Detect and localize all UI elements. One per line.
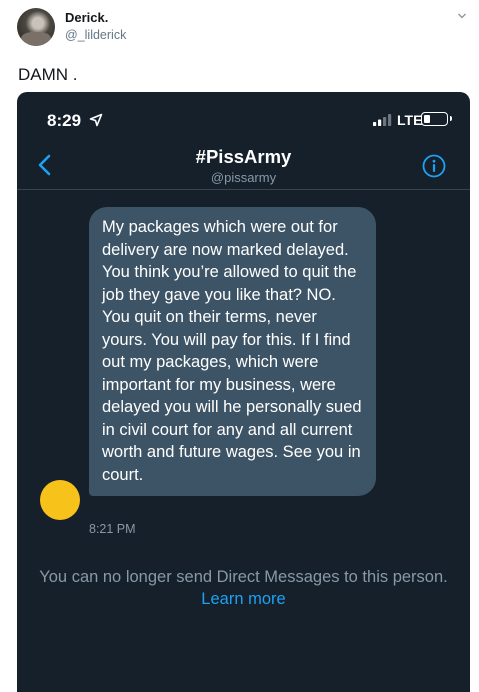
notice-text: You can no longer send Direct Messages t…	[39, 568, 448, 586]
sender-avatar[interactable]	[40, 480, 80, 520]
attached-screenshot[interactable]: 8:29 LTE #PissArmy @pissarmy My packages…	[17, 92, 470, 692]
message-bubble[interactable]: My packages which were out for delivery …	[89, 207, 376, 496]
network-label: LTE	[397, 112, 423, 128]
author-name[interactable]: Derick.	[65, 10, 108, 25]
chevron-down-icon[interactable]	[457, 11, 467, 21]
author-handle[interactable]: @_lilderick	[65, 28, 126, 42]
author-avatar[interactable]	[17, 8, 55, 46]
battery-icon	[421, 112, 452, 126]
learn-more-link[interactable]: Learn more	[201, 590, 285, 608]
info-icon[interactable]	[422, 154, 446, 178]
conversation-title: #PissArmy	[195, 146, 292, 167]
status-bar-time: 8:29	[47, 111, 82, 130]
signal-bars-icon	[373, 114, 392, 126]
dm-disabled-notice: You can no longer send Direct Messages t…	[37, 567, 450, 610]
message-timestamp: 8:21 PM	[89, 522, 136, 536]
tweet-text: DAMN .	[18, 65, 78, 84]
conversation-handle: @pissarmy	[210, 170, 277, 185]
location-arrow-icon	[89, 113, 103, 127]
header-divider	[17, 189, 470, 190]
